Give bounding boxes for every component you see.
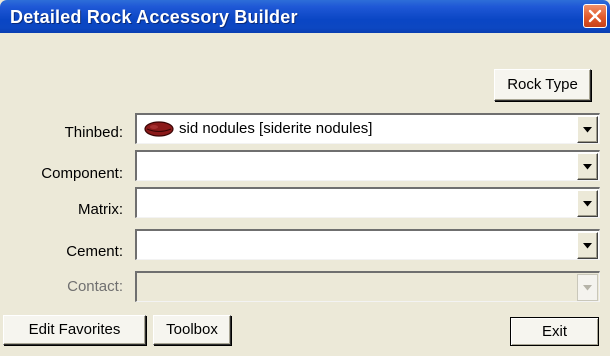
toolbox-label: Toolbox xyxy=(166,321,218,338)
toolbox-button[interactable]: Toolbox xyxy=(153,315,231,345)
exit-button[interactable]: Exit xyxy=(510,317,599,346)
close-button[interactable] xyxy=(583,4,607,28)
thinbed-dropdown-button[interactable] xyxy=(577,116,598,143)
chevron-down-icon xyxy=(583,164,592,170)
chevron-down-icon xyxy=(583,285,592,291)
cement-label: Cement: xyxy=(66,243,123,260)
thinbed-value: sid nodules [siderite nodules] xyxy=(179,120,373,137)
close-icon xyxy=(588,9,602,23)
contact-label: Contact: xyxy=(67,278,123,295)
siderite-nodule-icon xyxy=(144,121,174,137)
dialog-window: Detailed Rock Accessory Builder Rock Typ… xyxy=(0,0,610,356)
matrix-label: Matrix: xyxy=(78,201,123,218)
rock-type-label: Rock Type xyxy=(507,76,578,93)
contact-combobox xyxy=(135,271,600,302)
edit-favorites-button[interactable]: Edit Favorites xyxy=(3,315,146,345)
component-combobox[interactable] xyxy=(135,150,600,181)
component-dropdown-button[interactable] xyxy=(577,153,598,180)
window-title: Detailed Rock Accessory Builder xyxy=(10,7,298,27)
component-label: Component: xyxy=(41,165,123,182)
edit-favorites-label: Edit Favorites xyxy=(28,321,121,338)
chevron-down-icon xyxy=(583,243,592,249)
thinbed-combobox[interactable]: sid nodules [siderite nodules] xyxy=(135,113,600,144)
rock-type-button[interactable]: Rock Type xyxy=(494,69,591,101)
contact-dropdown-button xyxy=(577,274,598,301)
chevron-down-icon xyxy=(583,201,592,207)
cement-combobox[interactable] xyxy=(135,229,600,260)
exit-label: Exit xyxy=(541,323,567,340)
matrix-combobox[interactable] xyxy=(135,187,600,218)
chevron-down-icon xyxy=(583,127,592,133)
title-bar[interactable]: Detailed Rock Accessory Builder xyxy=(0,0,610,33)
matrix-dropdown-button[interactable] xyxy=(577,190,598,217)
thinbed-label: Thinbed: xyxy=(64,124,123,141)
cement-dropdown-button[interactable] xyxy=(577,232,598,259)
